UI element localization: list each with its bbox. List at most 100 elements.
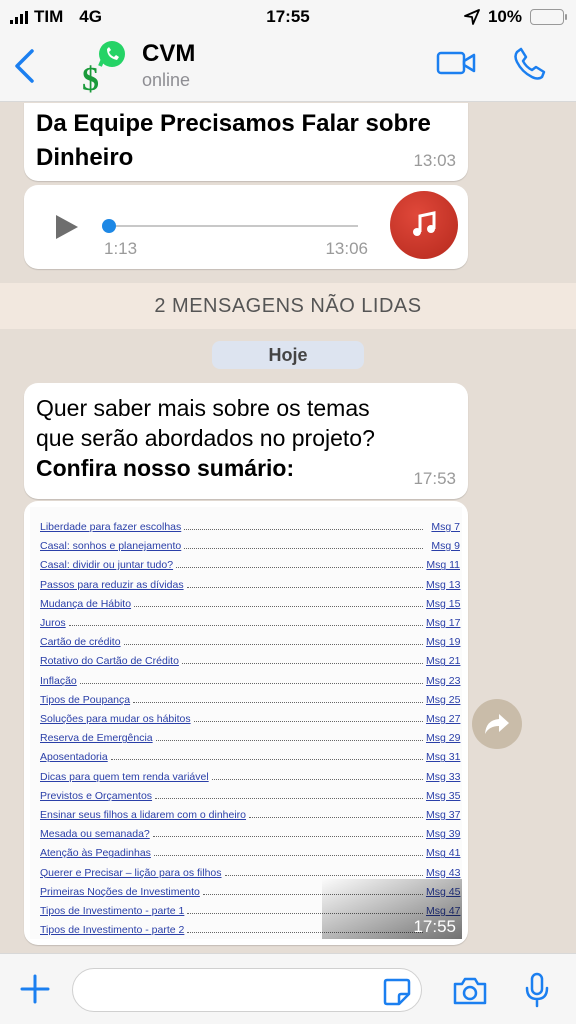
toc-page: Msg 13 [426, 578, 461, 591]
toc-title: Previstos e Orçamentos [40, 789, 153, 802]
toc-title: Soluções para mudar os hábitos [40, 713, 191, 725]
toc-title: Dicas para quem tem renda variável [40, 770, 209, 783]
play-icon[interactable] [54, 213, 80, 241]
toc-leader [153, 855, 423, 857]
toc-page: Msg 27 [426, 713, 461, 725]
toc-page: Msg 31 [426, 751, 461, 764]
plus-icon[interactable] [20, 974, 50, 1004]
toc-leader [79, 682, 423, 684]
chat-header: $ CVM online [0, 34, 576, 102]
toc-leader [155, 740, 423, 742]
message-time: 17:55 [413, 917, 456, 936]
toc-row: Liberdade para fazer escolhas Msg 7 [40, 515, 460, 533]
toc-title: Tipos de Investimento - parte 1 [40, 905, 185, 917]
toc-leader [155, 797, 423, 799]
message-bubble[interactable]: Quer saber mais sobre os temas que serão… [24, 383, 468, 499]
toc-title: Mesada ou semanada? [40, 828, 150, 841]
back-icon[interactable] [12, 48, 36, 84]
contact-name[interactable]: CVM [142, 40, 195, 68]
video-call-icon[interactable] [436, 50, 476, 76]
toc-page: Msg 29 [426, 732, 461, 745]
toc-page: Msg 7 [431, 521, 460, 533]
toc-page: Msg 17 [426, 617, 461, 629]
toc-leader [123, 644, 423, 646]
contact-status: online [142, 70, 191, 90]
image-message[interactable]: Liberdade para fazer escolhas Msg 7 Casal:… [24, 501, 468, 945]
audio-progress-track[interactable] [108, 225, 358, 227]
toc-title: Liberdade para fazer escolhas [40, 521, 182, 533]
toc-row: Mesada ou semanada? Msg 39 [40, 822, 460, 840]
message-time: 13:03 [413, 151, 456, 170]
toc-title: Tipos de Poupança [40, 693, 131, 706]
toc-row: Soluções para mudar os hábitos Msg 27 [40, 707, 460, 725]
toc-leader [133, 701, 423, 703]
forward-icon [485, 714, 509, 734]
toc-leader [249, 817, 423, 818]
audio-duration: 1:13 [104, 239, 138, 258]
toc-title: Casal: dividir ou juntar tudo? [40, 559, 174, 572]
toc-page: Msg 39 [426, 828, 461, 841]
toc-title: Juros [40, 617, 66, 629]
toc-row: Cartão de crédito Msg 19 [40, 630, 460, 648]
toc-page: Msg 21 [426, 655, 461, 668]
toc-page: Msg 11 [426, 559, 460, 572]
toc-row: Reserva de Emergência Msg 29 [40, 726, 460, 744]
message-bubble[interactable]: Da Equipe Precisamos Falar sobre Dinheir… [24, 103, 468, 181]
toc-row: Casal: sonhos e planejamento Msg 9 [40, 534, 460, 552]
toc-leader [186, 586, 423, 588]
input-bar [0, 953, 576, 1024]
toc-title: Inflação [40, 674, 77, 687]
toc-title: Mudança de Hábito [40, 597, 132, 610]
toc-row: Atenção às Pegadinhas Msg 41 [40, 841, 460, 859]
toc-page: Msg 43 [426, 866, 461, 879]
toc-title: Primeiras Noções de Investimento [40, 885, 200, 898]
battery-percent: 10% [487, 7, 522, 26]
music-icon [390, 191, 458, 259]
toc-leader [134, 605, 423, 607]
message-input[interactable] [72, 968, 422, 1012]
toc-leader [110, 759, 423, 761]
status-right: 10% [464, 7, 567, 27]
toc-leader [184, 529, 423, 530]
message-text-line: que serão abordados no projeto? [36, 425, 375, 451]
toc-page: Msg 25 [426, 693, 461, 706]
toc-row: Dicas para quem tem renda variável Msg 33 [40, 765, 460, 783]
toc-title: Querer e Precisar – lição para os filhos [40, 866, 222, 879]
toc-title: Casal: sonhos e planejamento [40, 540, 182, 553]
toc-row: Querer e Precisar – lição para os filhos… [40, 861, 460, 879]
toc-leader [176, 567, 423, 569]
toc-title: Atenção às Pegadinhas [40, 847, 151, 860]
toc-row: Mudança de Hábito Msg 15 [40, 592, 460, 610]
date-chip: Hoje [212, 341, 364, 369]
avatar[interactable]: $ [80, 38, 132, 94]
toc-title: Rotativo do Cartão de Crédito [40, 655, 179, 668]
toc-leader [152, 836, 423, 838]
audio-message[interactable]: 1:13 13:06 [24, 185, 468, 269]
toc-leader [68, 625, 423, 626]
location-icon [464, 9, 480, 25]
camera-icon[interactable] [452, 976, 488, 1006]
chat-area[interactable]: Da Equipe Precisamos Falar sobre Dinheir… [0, 103, 576, 953]
message-text: Da Equipe Precisamos Falar sobre Dinheir… [36, 110, 431, 171]
audio-progress-handle[interactable] [102, 219, 116, 233]
toc-leader [193, 721, 423, 722]
message-text-line: Quer saber mais sobre os temas [36, 395, 370, 421]
toc-page: Msg 15 [426, 597, 461, 610]
toc-title: Passos para reduzir as dívidas [40, 578, 184, 591]
toc-row: Inflação Msg 23 [40, 669, 460, 687]
mic-icon[interactable] [524, 972, 550, 1008]
status-bar: TIM 4G 17:55 10% [0, 0, 576, 34]
toc-title: Aposentadoria [40, 751, 108, 764]
toc-row: Previstos e Orçamentos Msg 35 [40, 784, 460, 802]
dollar-icon: $ [82, 61, 99, 94]
toc-title: Tipos de Investimento - parte 2 [40, 924, 185, 937]
message-text-line: Confira nosso sumário: [36, 455, 295, 481]
summary-image[interactable]: Liberdade para fazer escolhas Msg 7 Casal:… [30, 507, 462, 939]
phone-icon[interactable] [512, 46, 548, 82]
toc-leader [224, 874, 423, 876]
toc-title: Reserva de Emergência [40, 732, 153, 745]
toc-leader [181, 663, 423, 665]
sticker-icon[interactable] [383, 978, 411, 1006]
forward-button[interactable] [472, 699, 522, 749]
toc-title: Ensinar seus filhos a lidarem com o dinh… [40, 809, 247, 821]
